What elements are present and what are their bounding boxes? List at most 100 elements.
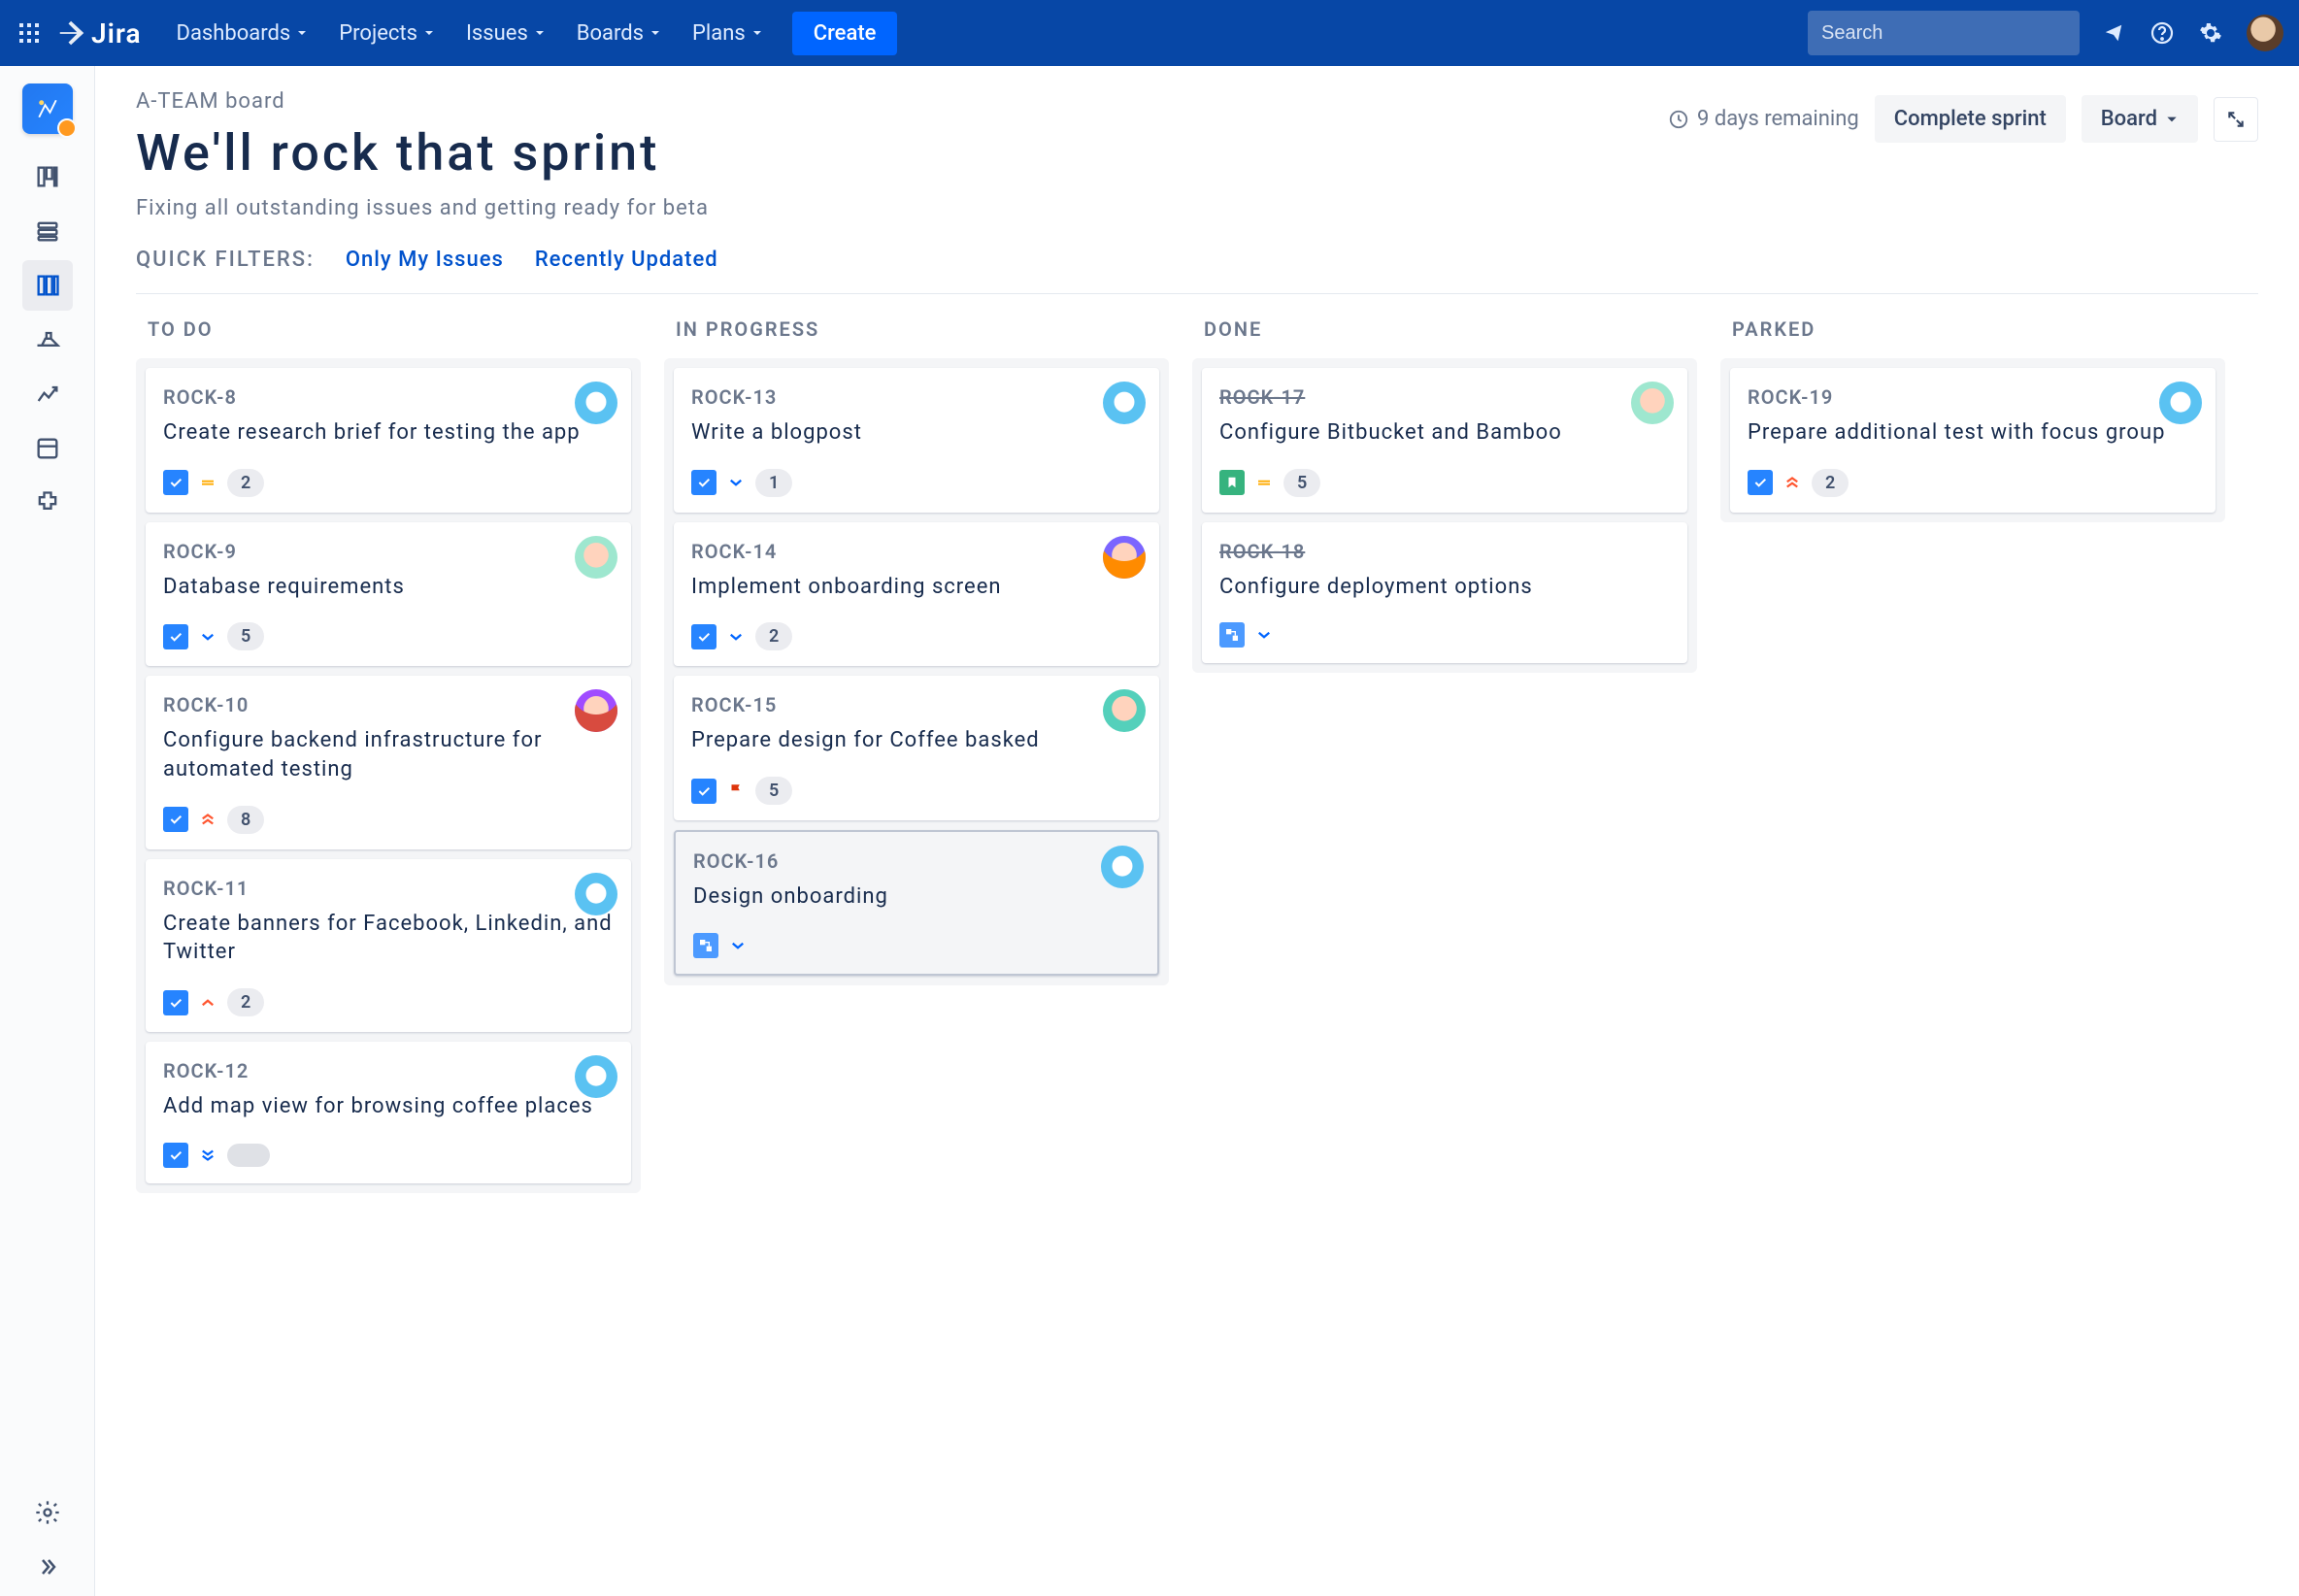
nav-links: Dashboards Projects Issues Boards Plans … <box>163 12 898 55</box>
column: PARKED ROCK-19Prepare additional test wit… <box>1720 317 2225 1573</box>
user-avatar[interactable] <box>2247 15 2283 51</box>
issue-card[interactable]: ROCK-17Configure Bitbucket and Bamboo5 <box>1202 368 1687 513</box>
issue-card[interactable]: ROCK-14 Implement onboarding screen 2 <box>674 522 1159 667</box>
issue-key[interactable]: ROCK-15 <box>691 693 1142 716</box>
nav-plans[interactable]: Plans <box>679 14 777 53</box>
jira-logo[interactable]: Jira <box>58 17 142 50</box>
complete-sprint-button[interactable]: Complete sprint <box>1875 95 2066 143</box>
assignee-avatar[interactable] <box>1101 846 1144 888</box>
column-body[interactable]: ROCK-13Write a blogpost1 ROCK-14 Implement… <box>664 358 1169 985</box>
priority-low-icon <box>198 627 217 647</box>
sidebar-board-icon[interactable] <box>22 260 73 311</box>
story-points-badge: 5 <box>1283 469 1320 497</box>
sidebar-releases-icon[interactable] <box>22 315 73 365</box>
priority-low-icon <box>728 936 748 955</box>
issue-card[interactable]: ROCK-18 Configure deployment options <box>1202 522 1687 664</box>
nav-issues[interactable]: Issues <box>452 14 559 53</box>
card-footer: 5 <box>1219 469 1670 497</box>
column-title: PARKED <box>1720 317 2225 358</box>
fullscreen-button[interactable] <box>2214 97 2258 142</box>
story-points-badge: 2 <box>755 622 792 650</box>
assignee-avatar[interactable] <box>575 382 617 424</box>
apps-menu-icon[interactable] <box>8 12 50 54</box>
issue-title: Implement onboarding screen <box>691 573 1142 602</box>
story-points-badge: 1 <box>755 469 792 497</box>
nav-projects[interactable]: Projects <box>325 14 449 53</box>
priority-high-icon <box>198 993 217 1013</box>
issue-key[interactable]: ROCK-12 <box>163 1059 614 1082</box>
assignee-avatar[interactable] <box>1631 382 1674 424</box>
assignee-avatar[interactable] <box>2159 382 2202 424</box>
priority-highest-icon <box>198 810 217 829</box>
filter-only-my-issues[interactable]: Only My Issues <box>346 248 504 272</box>
issue-card[interactable]: ROCK-19Prepare additional test with focu… <box>1730 368 2216 513</box>
issue-card[interactable]: ROCK-15Prepare design for Coffee basked5 <box>674 676 1159 820</box>
issue-key[interactable]: ROCK-16 <box>693 849 1140 873</box>
subtask-type-icon <box>1219 622 1245 648</box>
issue-key[interactable]: ROCK-17 <box>1219 385 1670 409</box>
issue-card[interactable]: ROCK-9 Database requirements 5 <box>146 522 631 667</box>
story-points-badge: 2 <box>227 988 264 1016</box>
notifications-icon[interactable] <box>2093 13 2134 53</box>
assignee-avatar[interactable] <box>1103 536 1146 579</box>
assignee-avatar[interactable] <box>1103 382 1146 424</box>
issue-card[interactable]: ROCK-12Add map view for browsing coffee … <box>146 1042 631 1183</box>
view-switch-button[interactable]: Board <box>2082 95 2198 143</box>
sidebar-expand-icon[interactable] <box>22 1542 73 1592</box>
priority-low-icon <box>726 627 746 647</box>
breadcrumb[interactable]: A-TEAM board <box>136 89 1668 114</box>
toggle-pill <box>227 1144 270 1167</box>
expand-icon <box>2226 110 2246 129</box>
assignee-avatar[interactable] <box>575 873 617 915</box>
clock-icon <box>1668 109 1689 130</box>
issue-key[interactable]: ROCK-19 <box>1748 385 2198 409</box>
priority-medium-icon <box>198 473 217 492</box>
issue-card[interactable]: ROCK-11Create banners for Facebook, Link… <box>146 859 631 1032</box>
issue-key[interactable]: ROCK-8 <box>163 385 614 409</box>
issue-key[interactable]: ROCK-10 <box>163 693 614 716</box>
task-type-icon <box>163 990 188 1015</box>
sidebar-settings-icon[interactable] <box>22 1487 73 1538</box>
issue-key[interactable]: ROCK-18 <box>1219 540 1670 563</box>
task-type-icon <box>691 779 716 804</box>
column-title: TO DO <box>136 317 641 358</box>
chevron-down-icon <box>2165 113 2179 126</box>
story-points-badge: 5 <box>227 622 264 650</box>
column-body[interactable]: ROCK-8 Create research brief for testing … <box>136 358 641 1193</box>
nav-dashboards[interactable]: Dashboards <box>163 14 322 53</box>
sidebar-sprints-icon[interactable] <box>22 206 73 256</box>
sidebar-reports-icon[interactable] <box>22 369 73 419</box>
filters-label: QUICK FILTERS: <box>136 248 315 272</box>
search-input[interactable] <box>1821 22 2079 45</box>
issue-title: Create research brief for testing the ap… <box>163 418 614 448</box>
issue-card[interactable]: ROCK-10Configure backend infrastructure … <box>146 676 631 848</box>
column-body[interactable]: ROCK-19Prepare additional test with focu… <box>1720 358 2225 522</box>
search-box[interactable] <box>1808 11 2080 55</box>
filter-recently-updated[interactable]: Recently Updated <box>535 248 718 272</box>
create-button[interactable]: Create <box>792 12 898 55</box>
project-icon[interactable] <box>22 83 73 134</box>
nav-boards[interactable]: Boards <box>563 14 675 53</box>
issue-card[interactable]: ROCK-13Write a blogpost1 <box>674 368 1159 513</box>
assignee-avatar[interactable] <box>575 1055 617 1098</box>
sidebar-backlog-icon[interactable] <box>22 151 73 202</box>
issue-card[interactable]: ROCK-8 Create research brief for testing … <box>146 368 631 513</box>
help-icon[interactable] <box>2142 13 2182 53</box>
story-points-badge: 2 <box>1812 469 1849 497</box>
issue-key[interactable]: ROCK-11 <box>163 877 614 900</box>
issue-key[interactable]: ROCK-13 <box>691 385 1142 409</box>
issue-title: Database requirements <box>163 573 614 602</box>
column-body[interactable]: ROCK-17Configure Bitbucket and Bamboo5RO… <box>1192 358 1697 673</box>
issue-title: Configure deployment options <box>1219 573 1670 602</box>
settings-icon[interactable] <box>2190 13 2231 53</box>
story-points-badge: 5 <box>755 777 792 805</box>
sidebar-pages-icon[interactable] <box>22 423 73 474</box>
issue-key[interactable]: ROCK-9 <box>163 540 614 563</box>
issue-card[interactable]: ROCK-16Design onboarding <box>674 830 1159 976</box>
task-type-icon <box>163 807 188 832</box>
card-footer: 2 <box>163 988 614 1016</box>
assignee-avatar[interactable] <box>575 536 617 579</box>
sidebar-addons-icon[interactable] <box>22 478 73 528</box>
issue-key[interactable]: ROCK-14 <box>691 540 1142 563</box>
column-title: IN PROGRESS <box>664 317 1169 358</box>
